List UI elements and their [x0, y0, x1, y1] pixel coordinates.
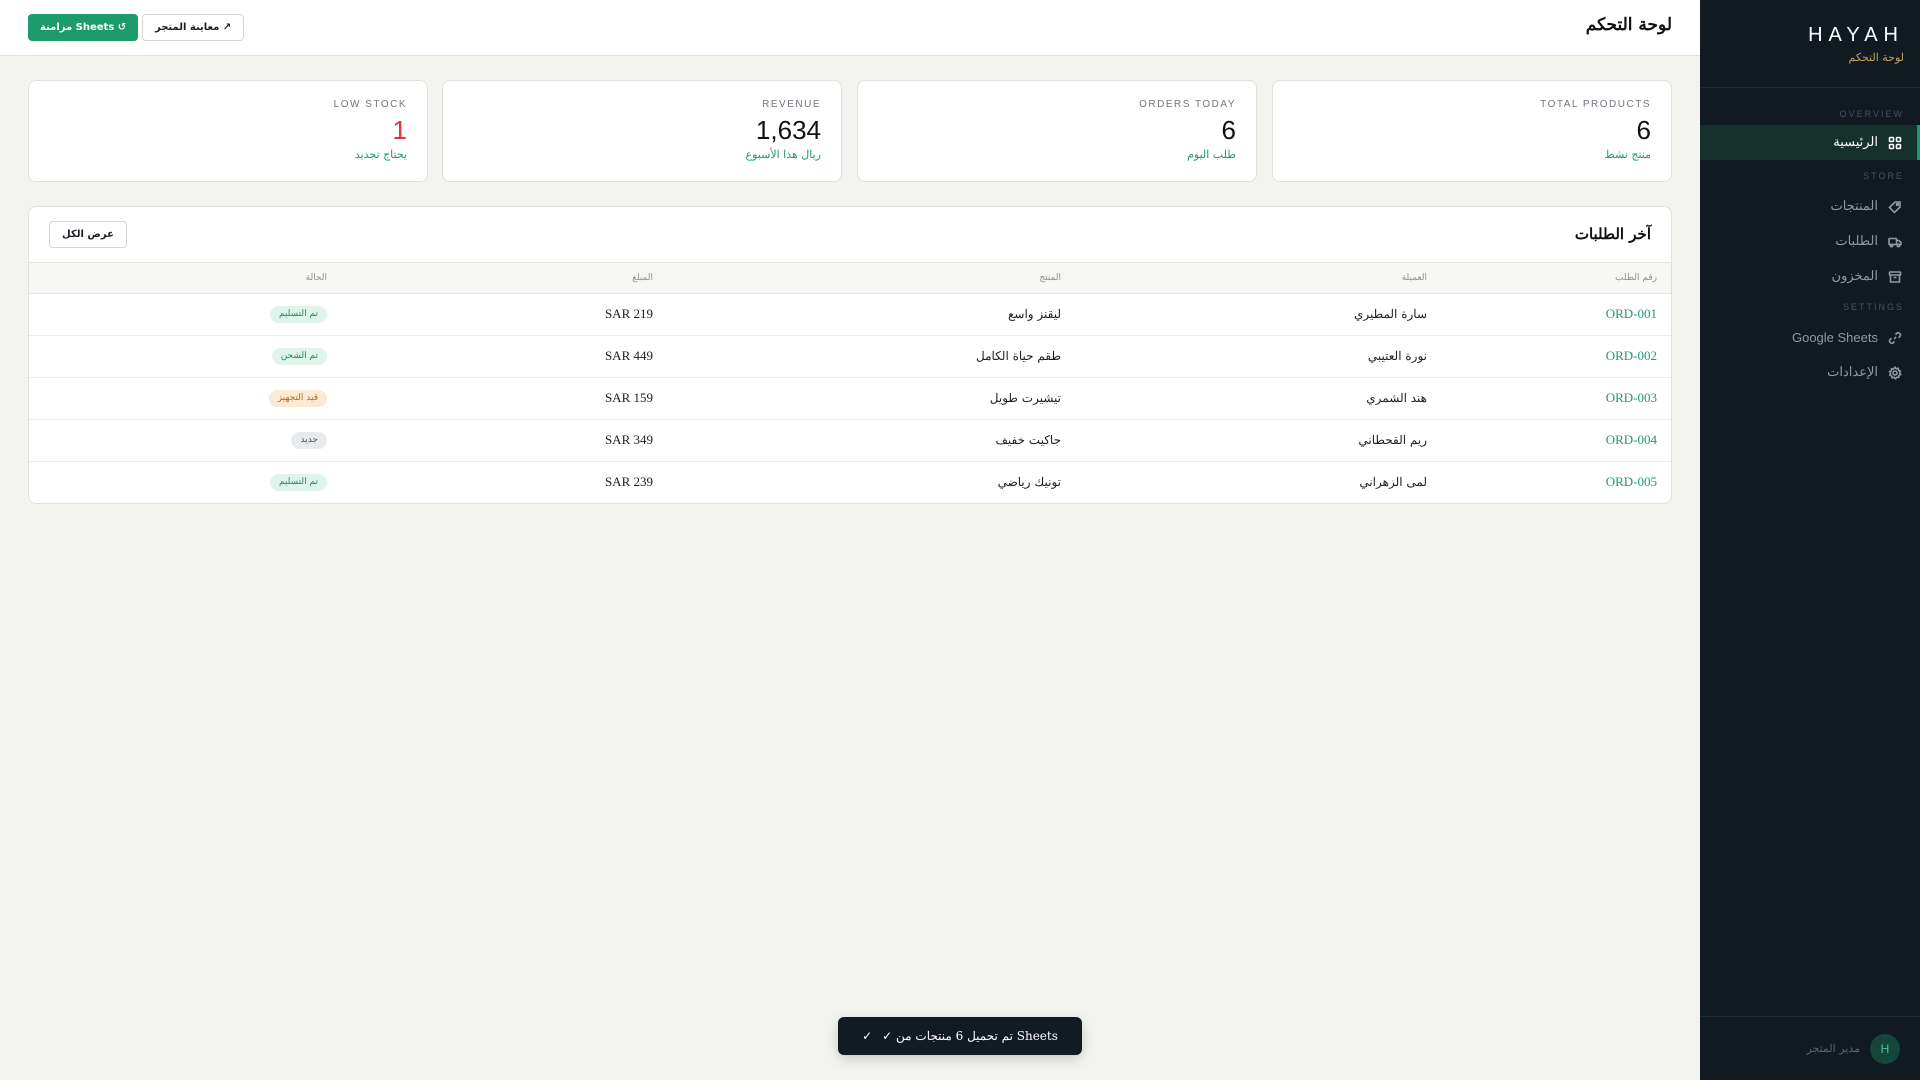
stat-card-orders-today: ORDERS TODAY 6 طلب اليوم: [857, 80, 1257, 182]
status-badge: تم التسليم: [269, 306, 327, 323]
product-cell: طقم حياة الكامل: [975, 349, 1061, 363]
status-badge: قيد التجهيز: [268, 390, 327, 407]
sidebar-item-label: المخزون: [1831, 269, 1878, 284]
section-label-overview: OVERVIEW: [1839, 109, 1904, 119]
status-cell: جديد: [29, 419, 327, 461]
order-id-cell[interactable]: ORD-005: [1427, 461, 1671, 503]
view-all-button[interactable]: عرض الكل: [49, 221, 127, 248]
status-cell: تم التسليم: [29, 293, 327, 335]
stat-value: 1: [392, 115, 407, 145]
recent-orders-panel: آخر الطلبات عرض الكل رقم الطلب العميلة ا…: [28, 206, 1672, 504]
tag-icon: [1888, 200, 1902, 214]
grid-icon: [1888, 136, 1902, 150]
order-id-cell[interactable]: ORD-002: [1427, 335, 1671, 377]
product-cell: تونيك رياضي: [997, 475, 1061, 490]
status-cell: تم الشحن: [29, 335, 327, 377]
user-name: مدير المتجر: [1806, 1042, 1860, 1055]
stat-card-revenue: REVENUE 1,634 ريال هذا الأسبوع: [442, 80, 842, 182]
stat-subtext: منتج نشط: [1604, 148, 1651, 161]
status-badge: تم التسليم: [269, 474, 327, 492]
amount-cell: SAR 239: [604, 474, 653, 490]
avatar[interactable]: H: [1870, 1033, 1900, 1064]
sidebar: HAYAH لوحة التحكم OVERVIEW الرئيسية STOR…: [1700, 0, 1920, 1080]
column-header-customer[interactable]: العميلة: [1061, 263, 1427, 293]
orders-table: رقم الطلب العميلة المنتج المبلغ الحالة O…: [29, 263, 1671, 503]
stat-card-total-products: TOTAL PRODUCTS 6 منتج نشط: [1272, 80, 1672, 182]
product-cell: تيشيرت طويل: [989, 391, 1061, 405]
customer-cell: سارة المطيري: [1353, 307, 1427, 321]
section-label-store: STORE: [1863, 171, 1904, 181]
gear-icon: [1888, 365, 1902, 380]
panel-title: آخر الطلبات: [1574, 225, 1651, 243]
product-cell: ليقنز واسع: [1008, 307, 1061, 321]
stat-subtext: طلب اليوم: [1187, 148, 1236, 161]
amount-cell: SAR 159: [604, 390, 653, 405]
top-bar: لوحة التحكم معاينة المتجر ↗ مزامنة Sheet…: [0, 0, 1700, 56]
link-icon: [1888, 331, 1902, 345]
stat-subtext: يحتاج تجديد: [354, 148, 407, 161]
sync-sheets-button[interactable]: مزامنة Sheets ↺: [28, 14, 139, 41]
stat-label: REVENUE: [762, 99, 821, 110]
page-title: لوحة التحكم: [1585, 15, 1672, 35]
archive-icon: [1888, 270, 1902, 284]
amount-cell: SAR 349: [604, 432, 653, 447]
sidebar-item-label: الطلبات: [1835, 234, 1878, 249]
order-id-cell[interactable]: ORD-001: [1427, 293, 1671, 335]
table-row[interactable]: ORD-001 سارة المطيري ليقنز واسع SAR 219 تم ا…: [29, 293, 1671, 335]
column-header-product[interactable]: المنتج: [653, 263, 1061, 293]
product-cell: جاكيت خفيف: [995, 433, 1061, 447]
customer-cell: نورة العتيبي: [1367, 349, 1427, 363]
check-icon: ✓: [862, 1029, 873, 1043]
sidebar-item-label: الإعدادات: [1827, 365, 1878, 380]
table-row[interactable]: ORD-005 لمى الزهراني تونيك رياضي SAR 239 تم …: [29, 461, 1671, 503]
brand: HAYAH لوحة التحكم: [1700, 0, 1920, 88]
table-row[interactable]: ORD-002 نورة العتيبي طقم حياة الكامل SAR 44…: [29, 335, 1671, 377]
order-id-cell[interactable]: ORD-004: [1427, 419, 1671, 461]
order-id-cell[interactable]: ORD-003: [1427, 377, 1671, 419]
table-row[interactable]: ORD-003 هند الشمري تيشيرت طويل SAR 159 قيد ا…: [29, 377, 1671, 419]
customer-cell: ريم القحطاني: [1358, 433, 1427, 447]
sidebar-item-orders[interactable]: الطلبات: [1700, 224, 1920, 259]
sidebar-item-google-sheets[interactable]: Google Sheets: [1700, 320, 1920, 355]
amount-cell: SAR 219: [604, 306, 653, 321]
stat-label: ORDERS TODAY: [1139, 99, 1236, 110]
stat-value: 6: [1221, 115, 1236, 145]
truck-icon: [1888, 235, 1902, 249]
sidebar-item-products[interactable]: المنتجات: [1700, 189, 1920, 224]
sidebar-item-label: الرئيسية: [1833, 135, 1878, 150]
column-header-amount[interactable]: المبلغ: [327, 263, 653, 293]
brand-name: HAYAH: [1808, 24, 1904, 46]
status-badge: تم الشحن: [271, 348, 327, 365]
stat-label: TOTAL PRODUCTS: [1540, 99, 1651, 110]
customer-cell: هند الشمري: [1366, 391, 1427, 405]
section-label-settings: SETTINGS: [1842, 302, 1904, 312]
column-header-status[interactable]: الحالة: [29, 263, 327, 293]
customer-cell: لمى الزهراني: [1359, 475, 1427, 490]
sidebar-item-label: Google Sheets: [1791, 330, 1878, 345]
toast-notification[interactable]: ✓ تم تحميل 6 منتجات من Sheets ✓: [838, 1017, 1082, 1055]
panel-header: آخر الطلبات عرض الكل: [29, 207, 1671, 263]
stat-label: LOW STOCK: [333, 99, 407, 110]
stat-value: 6: [1636, 115, 1651, 145]
preview-store-button[interactable]: معاينة المتجر ↗: [142, 14, 245, 41]
stat-card-low-stock: LOW STOCK 1 يحتاج تجديد: [28, 80, 428, 182]
sidebar-item-home[interactable]: الرئيسية: [1700, 125, 1920, 160]
brand-subtitle: لوحة التحكم: [1848, 51, 1904, 64]
sidebar-footer: H مدير المتجر: [1700, 1016, 1920, 1080]
status-cell: تم التسليم: [29, 461, 327, 503]
table-header-row: رقم الطلب العميلة المنتج المبلغ الحالة: [29, 263, 1671, 293]
sidebar-item-label: المنتجات: [1830, 199, 1878, 214]
amount-cell: SAR 449: [604, 348, 653, 363]
stat-subtext: ريال هذا الأسبوع: [745, 148, 821, 161]
status-cell: قيد التجهيز: [29, 377, 327, 419]
column-header-order-id[interactable]: رقم الطلب: [1427, 263, 1671, 293]
stat-cards: TOTAL PRODUCTS 6 منتج نشط ORDERS TODAY 6…: [28, 80, 1672, 182]
stat-value: 1,634: [755, 115, 821, 145]
table-row[interactable]: ORD-004 ريم القحطاني جاكيت خفيف SAR 349 جديد: [29, 419, 1671, 461]
toast-message: ✓ تم تحميل 6 منتجات من Sheets: [882, 1029, 1058, 1043]
sidebar-item-settings[interactable]: الإعدادات: [1700, 355, 1920, 390]
status-badge: جديد: [291, 432, 327, 449]
sidebar-item-inventory[interactable]: المخزون: [1700, 259, 1920, 294]
